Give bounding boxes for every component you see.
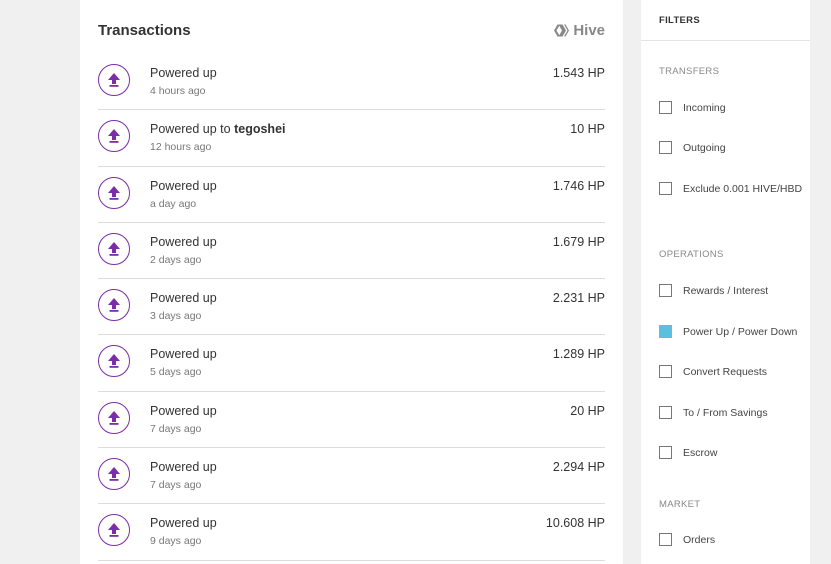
transaction-title: Powered up [150,179,217,193]
transaction-amount: 20 HP [570,403,605,418]
transaction-time: 7 days ago [150,422,202,435]
power-up-arrow-icon [98,289,130,322]
filter-label: Convert Requests [683,366,768,379]
transaction-amount: 10.608 HP [545,516,605,531]
transaction-row: Powered up 2 days ago 1.679 HP [98,223,605,280]
transaction-type: Powered up [150,403,217,418]
transaction-title: Powered up [150,347,217,361]
transaction-amount: 2.294 HP [552,460,605,475]
power-up-arrow-icon [98,514,130,547]
hive-logo-icon [554,24,570,37]
filter-label: Incoming [683,102,726,115]
transaction-title: Powered up [150,460,217,474]
transaction-time: 12 hours ago [150,141,212,154]
transaction-amount: 1.679 HP [552,234,605,249]
power-up-arrow-icon [98,64,130,96]
transaction-row: Powered up to tegoshei 12 hours ago 10 HP [98,110,605,167]
brand-label: Hive [573,22,605,39]
power-up-arrow-icon [98,232,130,265]
transaction-type: Powered up [150,291,217,306]
transaction-type: Powered up [150,516,217,531]
market-section-label: MARKET [659,499,701,510]
transaction-type: Powered up to [150,122,231,137]
transaction-time: a day ago [150,197,197,210]
transaction-amount: 1.289 HP [552,347,605,362]
transaction-time: 2 days ago [150,253,202,266]
power-up-arrow-icon [98,401,130,434]
transaction-row: Powered up 7 days ago 20 HP [98,392,605,449]
filter-label: To / From Savings [683,407,768,420]
filters-header: FILTERS [641,0,810,41]
hive-brand: Hive [554,22,605,39]
filter-orders[interactable]: Orders [659,532,806,548]
filter-escrow[interactable]: Escrow [659,445,806,461]
transaction-amount: 1.543 HP [552,66,605,80]
transaction-type: Powered up [150,178,217,193]
transaction-row: Powered up 9 days ago 10.608 HP [98,504,605,561]
transaction-type: Powered up [150,66,217,80]
transactions-title: Transactions [98,22,191,39]
transaction-time: 3 days ago [150,310,202,323]
checkbox[interactable] [659,364,672,378]
filter-label: Power Up / Power Down [683,326,798,339]
power-up-arrow-icon [98,458,130,491]
filter-convert-requests[interactable]: Convert Requests [659,364,806,380]
filter-outgoing[interactable]: Outgoing [659,140,806,156]
filter-label: Escrow [683,447,718,460]
filter-label: Exclude 0.001 HIVE/HBD [683,183,803,196]
transaction-time: 7 days ago [150,479,202,492]
checkbox[interactable] [659,181,672,195]
filters-panel: FILTERS TRANSFERS Incoming Outgoing Excl… [641,0,810,564]
checkbox[interactable] [659,532,672,546]
transaction-amount: 10 HP [570,122,605,137]
transaction-title: Powered up [150,404,217,418]
operations-section-label: OPERATIONS [659,249,724,260]
transaction-amount: 2.231 HP [552,291,605,306]
transactions-header: Transactions Hive [98,22,605,44]
power-up-arrow-icon [98,176,130,209]
transaction-title: Powered up [150,291,217,305]
checkbox[interactable] [659,405,672,419]
transaction-row: Powered up 4 hours ago 1.543 HP [98,54,605,111]
transaction-type: Powered up [150,460,217,475]
checkbox-checked[interactable] [659,324,672,338]
filter-exclude-dust[interactable]: Exclude 0.001 HIVE/HBD [659,181,806,197]
checkbox[interactable] [659,445,672,459]
transactions-card: Transactions Hive Powered up 4 hours ago 1… [80,0,623,564]
transaction-title: Powered up [150,516,217,530]
filter-incoming[interactable]: Incoming [659,100,806,116]
filter-label: Outgoing [683,142,726,155]
transaction-amount: 1.746 HP [552,178,605,193]
transaction-target-user[interactable]: tegoshei [234,122,285,136]
checkbox[interactable] [659,140,672,154]
filter-label: Orders [683,534,716,547]
power-up-arrow-icon [98,120,130,153]
filter-power-up-down[interactable]: Power Up / Power Down [659,324,806,340]
transaction-row: Powered up 3 days ago 2.231 HP [98,279,605,336]
transaction-row: Powered up 7 days ago 2.294 HP [98,448,605,505]
transaction-title: Powered up [150,66,217,80]
filters-title: FILTERS [659,15,700,26]
transaction-type: Powered up [150,234,217,249]
transaction-title: Powered up to tegoshei [150,122,286,136]
transaction-time: 4 hours ago [150,85,206,97]
power-up-arrow-icon [98,345,130,378]
transaction-row: Powered up 5 days ago 1.289 HP [98,335,605,392]
transactions-list: Powered up 4 hours ago 1.543 HP Powered up … [98,54,605,561]
filter-label: Rewards / Interest [683,285,769,298]
transaction-type: Powered up [150,347,217,362]
checkbox[interactable] [659,100,672,114]
checkbox[interactable] [659,283,672,297]
transaction-title: Powered up [150,235,217,249]
filter-savings[interactable]: To / From Savings [659,405,806,421]
transfers-section-label: TRANSFERS [659,66,720,77]
transaction-time: 5 days ago [150,366,202,379]
filter-rewards-interest[interactable]: Rewards / Interest [659,283,806,299]
transaction-row: Powered up a day ago 1.746 HP [98,167,605,223]
transaction-time: 9 days ago [150,535,202,548]
